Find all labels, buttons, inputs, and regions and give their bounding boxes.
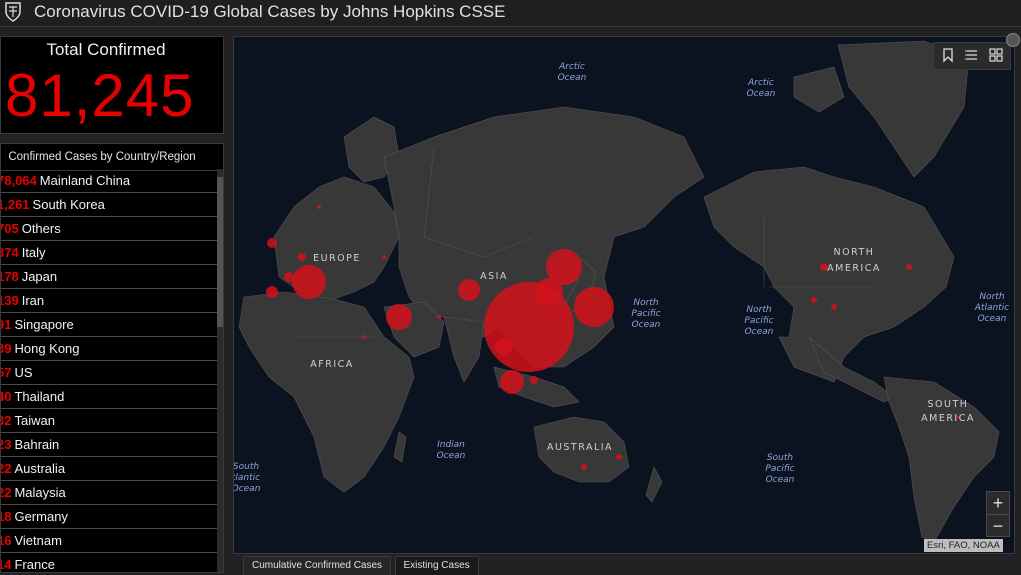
arctic-ocean-label-2: Arctic Ocean [747, 78, 776, 99]
country-name: US [14, 365, 33, 380]
legend-list-icon[interactable] [964, 47, 980, 63]
country-case-count: 78,064 [1, 173, 37, 188]
country-name: Bahrain [14, 437, 60, 452]
country-list-item[interactable]: 89Hong Kong [1, 337, 219, 361]
total-confirmed-panel: Total Confirmed 81,245 [0, 36, 224, 134]
country-list: 78,064Mainland China1,261South Korea705O… [1, 169, 219, 572]
country-name: Vietnam [14, 533, 62, 548]
country-list-item[interactable]: 139Iran [1, 289, 219, 313]
arctic-ocean-label-1: Arctic Ocean [558, 62, 587, 83]
world-map[interactable]: Arctic Ocean Arctic Ocean North Pacific Ocea… [233, 36, 1015, 554]
country-name: Taiwan [14, 413, 55, 428]
country-name: Germany [14, 509, 68, 524]
country-list-item[interactable]: 23Bahrain [1, 433, 219, 457]
south-atlantic-label: South tlantic Ocean [234, 462, 261, 494]
map-toolbar [933, 42, 1011, 70]
country-name: Iran [21, 293, 45, 308]
australia-label: AUSTRALIA [547, 442, 613, 453]
total-confirmed-label: Total Confirmed [46, 40, 166, 59]
app-title: Coronavirus COVID-19 Global Cases by Joh… [34, 2, 506, 21]
map-attribution: Esri, FAO, NOAA [924, 539, 1003, 552]
asia-label: ASIA [480, 271, 508, 282]
zoom-out-button[interactable]: − [987, 514, 1009, 537]
map-canvas[interactable]: Arctic Ocean Arctic Ocean North Pacific Ocea… [234, 37, 1015, 554]
tab-existing-cases[interactable]: Existing Cases [394, 556, 479, 575]
country-case-count: 22 [1, 485, 12, 500]
country-case-count: 178 [1, 269, 19, 284]
zoom-in-button[interactable]: + [987, 492, 1009, 514]
europe-label: EUROPE [313, 253, 361, 264]
north-atlantic-label: North Atlantic Ocean [974, 292, 1009, 324]
zoom-controls: + − [986, 491, 1010, 537]
country-case-count: 32 [1, 413, 12, 428]
north-pacific-label-2: North Pacific Ocean [744, 305, 773, 337]
country-name: Hong Kong [14, 341, 80, 356]
country-list-item[interactable]: 40Thailand [1, 385, 219, 409]
country-name: Others [21, 221, 61, 236]
country-case-count: 57 [1, 365, 12, 380]
expand-map-icon[interactable] [1006, 33, 1020, 47]
country-case-count: 23 [1, 437, 12, 452]
country-name: Mainland China [39, 173, 131, 188]
country-case-count: 1,261 [1, 197, 30, 212]
country-list-panel: Confirmed Cases by Country/Region 78,064… [0, 143, 224, 573]
basemap-gallery-icon[interactable] [988, 47, 1004, 63]
country-case-count: 139 [1, 293, 19, 308]
country-name: Italy [21, 245, 46, 260]
app-header: Coronavirus COVID-19 Global Cases by Joh… [0, 0, 1021, 27]
country-list-item[interactable]: 22Malaysia [1, 481, 219, 505]
map-tabs: Cumulative Confirmed Cases Existing Case… [243, 555, 479, 575]
country-list-item[interactable]: 91Singapore [1, 313, 219, 337]
country-list-item[interactable]: 705Others [1, 217, 219, 241]
country-case-count: 40 [1, 389, 12, 404]
tab-cumulative-confirmed[interactable]: Cumulative Confirmed Cases [243, 556, 392, 575]
total-confirmed-value: 81,245 [5, 62, 195, 129]
africa-label: AFRICA [310, 359, 354, 370]
country-case-count: 16 [1, 533, 12, 548]
country-list-item[interactable]: 78,064Mainland China [1, 169, 219, 193]
country-name: Japan [21, 269, 58, 284]
country-case-count: 14 [1, 557, 12, 572]
country-name: Singapore [14, 317, 74, 332]
university-shield-icon [5, 2, 21, 22]
country-list-item[interactable]: 374Italy [1, 241, 219, 265]
country-name: South Korea [32, 197, 105, 212]
country-name: Thailand [14, 389, 65, 404]
country-list-title: Confirmed Cases by Country/Region [1, 144, 223, 171]
country-list-item[interactable]: 57US [1, 361, 219, 385]
country-list-item[interactable]: 178Japan [1, 265, 219, 289]
country-list-scrollbar[interactable] [217, 169, 223, 572]
north-pacific-label-1: North Pacific Ocean [631, 298, 660, 330]
country-name: France [14, 557, 55, 572]
country-name: Australia [14, 461, 66, 476]
country-case-count: 705 [1, 221, 19, 236]
scrollbar-thumb[interactable] [217, 177, 223, 327]
bookmark-icon[interactable] [940, 47, 956, 63]
south-pacific-label: South Pacific Ocean [765, 453, 794, 485]
country-case-count: 91 [1, 317, 12, 332]
country-case-count: 89 [1, 341, 12, 356]
country-list-item[interactable]: 22Australia [1, 457, 219, 481]
country-list-item[interactable]: 14France [1, 553, 219, 572]
country-list-item[interactable]: 1,261South Korea [1, 193, 219, 217]
indian-ocean-label: Indian Ocean [437, 440, 466, 461]
country-case-count: 22 [1, 461, 12, 476]
country-name: Malaysia [14, 485, 66, 500]
country-list-item[interactable]: 32Taiwan [1, 409, 219, 433]
country-list-item[interactable]: 16Vietnam [1, 529, 219, 553]
country-case-count: 18 [1, 509, 12, 524]
country-case-count: 374 [1, 245, 19, 260]
country-list-item[interactable]: 18Germany [1, 505, 219, 529]
